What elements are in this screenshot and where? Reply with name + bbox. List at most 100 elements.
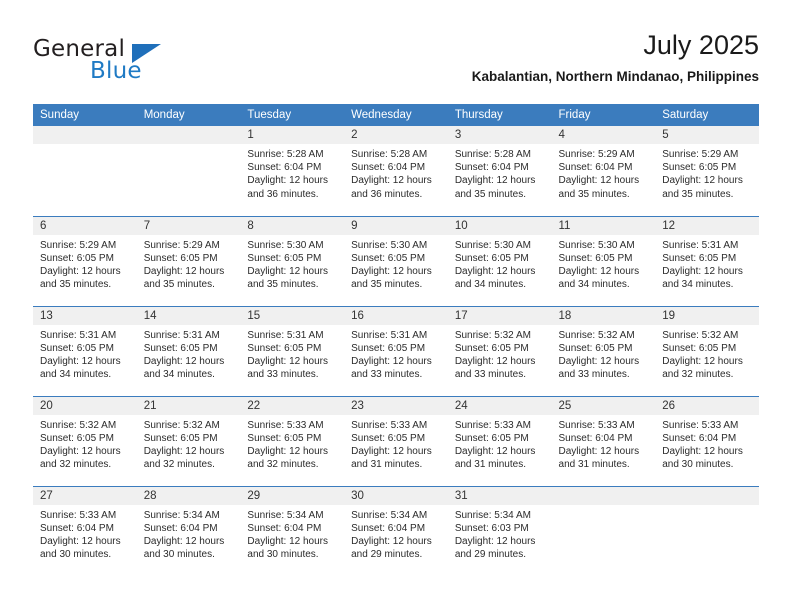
day-details: Sunrise: 5:33 AM Sunset: 6:05 PM Daylight:…	[240, 415, 344, 472]
sunrise-text: Sunrise: 5:34 AM	[454, 509, 531, 521]
calendar-day-cell[interactable]: 12 Sunrise: 5:31 AM Sunset: 6:05 PM Dayligh…	[655, 215, 759, 306]
calendar-day-cell[interactable]: 28 Sunrise: 5:34 AM Sunset: 6:04 PM Dayligh…	[136, 485, 241, 576]
calendar-day-cell[interactable]: 3 Sunrise: 5:28 AM Sunset: 6:04 PM Daylight…	[447, 126, 552, 216]
calendar-day-cell[interactable]: 26 Sunrise: 5:33 AM Sunset: 6:04 PM Dayligh…	[655, 395, 759, 486]
day-number: 1	[240, 126, 345, 144]
day-details: Sunrise: 5:28 AM Sunset: 6:04 PM Daylight:…	[240, 144, 344, 201]
sunset-text: Sunset: 6:05 PM	[247, 252, 322, 264]
sunset-text: Sunset: 6:05 PM	[351, 432, 426, 444]
calendar-day-cell[interactable]: 18 Sunrise: 5:32 AM Sunset: 6:05 PM Dayligh…	[551, 305, 656, 396]
calendar-day-cell[interactable]: 6 Sunrise: 5:29 AM Sunset: 6:05 PM Daylight…	[33, 215, 137, 306]
day-details: Sunrise: 5:29 AM Sunset: 6:05 PM Daylight:…	[137, 235, 241, 292]
calendar-day-cell[interactable]: 16 Sunrise: 5:31 AM Sunset: 6:05 PM Dayligh…	[344, 305, 448, 396]
day-number: 27	[33, 486, 137, 505]
calendar-day-cell[interactable]: 11 Sunrise: 5:30 AM Sunset: 6:05 PM Dayligh…	[551, 215, 656, 306]
weekday-header-thursday: Thursday	[447, 104, 552, 126]
day-number: 5	[655, 126, 759, 144]
day-number: 29	[240, 486, 345, 505]
calendar-day-cell[interactable]: 27 Sunrise: 5:33 AM Sunset: 6:04 PM Dayligh…	[33, 485, 137, 576]
calendar-day-cell[interactable]: 22 Sunrise: 5:33 AM Sunset: 6:05 PM Dayligh…	[240, 395, 345, 486]
sunset-text: Sunset: 6:05 PM	[40, 252, 114, 264]
sunrise-text: Sunrise: 5:34 AM	[247, 509, 324, 521]
calendar-day-cell[interactable]: 21 Sunrise: 5:32 AM Sunset: 6:05 PM Dayligh…	[136, 395, 241, 486]
day-number: 16	[344, 306, 448, 325]
sunset-text: Sunset: 6:05 PM	[143, 432, 218, 444]
day-details: Sunrise: 5:34 AM Sunset: 6:03 PM Daylight:…	[448, 505, 552, 562]
day-details: Sunrise: 5:28 AM Sunset: 6:04 PM Daylight:…	[448, 144, 552, 201]
general-blue-logo[interactable]: General Blue	[33, 36, 273, 94]
day-details: Sunrise: 5:34 AM Sunset: 6:04 PM Daylight:…	[240, 505, 344, 562]
day-details: Sunrise: 5:31 AM Sunset: 6:05 PM Daylight:…	[240, 325, 344, 382]
calendar-day-cell[interactable]: 17 Sunrise: 5:32 AM Sunset: 6:05 PM Dayligh…	[447, 305, 552, 396]
day-details: Sunrise: 5:32 AM Sunset: 6:05 PM Daylight:…	[33, 415, 137, 472]
day-details: Sunrise: 5:29 AM Sunset: 6:04 PM Daylight:…	[552, 144, 656, 201]
sunrise-text: Sunrise: 5:31 AM	[143, 329, 220, 341]
calendar-day-cell[interactable]: 7 Sunrise: 5:29 AM Sunset: 6:05 PM Daylight…	[136, 215, 241, 306]
day-number: 18	[551, 306, 656, 325]
day-number: 19	[655, 306, 759, 325]
calendar-day-cell[interactable]: 30 Sunrise: 5:34 AM Sunset: 6:04 PM Dayligh…	[344, 485, 448, 576]
day-number: 22	[240, 396, 345, 415]
day-number: 13	[33, 306, 137, 325]
calendar-day-cell[interactable]: 4 Sunrise: 5:29 AM Sunset: 6:04 PM Daylight…	[551, 126, 656, 216]
day-number	[655, 486, 759, 505]
sunrise-text: Sunrise: 5:34 AM	[143, 509, 220, 521]
calendar-page: General Blue July 2025 Kabalantian, Nort…	[0, 0, 792, 612]
sunset-text: Sunset: 6:04 PM	[454, 162, 529, 174]
weekday-header-saturday: Saturday	[655, 104, 759, 126]
calendar-cell-empty	[551, 485, 656, 576]
sunrise-text: Sunrise: 5:33 AM	[40, 509, 117, 521]
calendar-day-cell[interactable]: 19 Sunrise: 5:32 AM Sunset: 6:05 PM Dayligh…	[655, 305, 759, 396]
day-details: Sunrise: 5:31 AM Sunset: 6:05 PM Daylight:…	[137, 325, 241, 382]
calendar-day-cell[interactable]: 10 Sunrise: 5:30 AM Sunset: 6:05 PM Dayligh…	[447, 215, 552, 306]
calendar-day-cell[interactable]: 5 Sunrise: 5:29 AM Sunset: 6:05 PM Daylight…	[655, 126, 759, 216]
sunset-text: Sunset: 6:05 PM	[662, 162, 737, 174]
calendar-header-row: Sunday Monday Tuesday Wednesday Thursday Frid…	[33, 104, 759, 126]
sunrise-text: Sunrise: 5:30 AM	[351, 239, 428, 251]
calendar-day-cell[interactable]: 24 Sunrise: 5:33 AM Sunset: 6:05 PM Dayligh…	[447, 395, 552, 486]
daylight-text: Daylight: 12 hours and 33 minutes.	[454, 355, 536, 381]
sunrise-text: Sunrise: 5:30 AM	[558, 239, 635, 251]
weekday-header-wednesday: Wednesday	[344, 104, 448, 126]
calendar-grid: Sunday Monday Tuesday Wednesday Thursday Frid…	[33, 104, 759, 576]
calendar-day-cell[interactable]: 25 Sunrise: 5:33 AM Sunset: 6:04 PM Dayligh…	[551, 395, 656, 486]
daylight-text: Daylight: 12 hours and 30 minutes.	[662, 445, 743, 471]
day-number: 31	[447, 486, 552, 505]
sunset-text: Sunset: 6:05 PM	[558, 342, 633, 354]
daylight-text: Daylight: 12 hours and 34 minutes.	[454, 265, 536, 291]
day-details: Sunrise: 5:28 AM Sunset: 6:04 PM Daylight:…	[344, 144, 448, 201]
calendar-day-cell[interactable]: 31 Sunrise: 5:34 AM Sunset: 6:03 PM Dayligh…	[447, 485, 552, 576]
sunrise-text: Sunrise: 5:30 AM	[454, 239, 531, 251]
calendar-day-cell[interactable]: 14 Sunrise: 5:31 AM Sunset: 6:05 PM Dayligh…	[136, 305, 241, 396]
calendar-day-cell[interactable]: 9 Sunrise: 5:30 AM Sunset: 6:05 PM Daylight…	[344, 215, 448, 306]
calendar-week-row: 6 Sunrise: 5:29 AM Sunset: 6:05 PM Daylight…	[33, 215, 759, 306]
sunrise-text: Sunrise: 5:31 AM	[247, 329, 324, 341]
sunrise-text: Sunrise: 5:28 AM	[454, 149, 531, 160]
calendar-day-cell[interactable]: 2 Sunrise: 5:28 AM Sunset: 6:04 PM Daylight…	[344, 126, 448, 216]
day-details: Sunrise: 5:33 AM Sunset: 6:04 PM Daylight:…	[552, 415, 656, 472]
sunrise-text: Sunrise: 5:33 AM	[351, 419, 428, 431]
day-number: 25	[551, 396, 656, 415]
sunset-text: Sunset: 6:05 PM	[351, 342, 426, 354]
calendar-day-cell[interactable]: 15 Sunrise: 5:31 AM Sunset: 6:05 PM Dayligh…	[240, 305, 345, 396]
day-number: 26	[655, 396, 759, 415]
sunset-text: Sunset: 6:05 PM	[454, 342, 529, 354]
sunset-text: Sunset: 6:05 PM	[40, 432, 114, 444]
sunrise-text: Sunrise: 5:33 AM	[558, 419, 635, 431]
calendar-day-cell[interactable]: 13 Sunrise: 5:31 AM Sunset: 6:05 PM Dayligh…	[33, 305, 137, 396]
day-details: Sunrise: 5:32 AM Sunset: 6:05 PM Daylight:…	[655, 325, 759, 382]
day-number: 10	[447, 216, 552, 235]
calendar-week-row: 1 Sunrise: 5:28 AM Sunset: 6:04 PM Daylight…	[33, 126, 759, 216]
sunrise-text: Sunrise: 5:33 AM	[662, 419, 739, 431]
calendar-week-row: 13 Sunrise: 5:31 AM Sunset: 6:05 PM Dayligh…	[33, 305, 759, 396]
calendar-day-cell[interactable]: 1 Sunrise: 5:28 AM Sunset: 6:04 PM Daylight…	[240, 126, 345, 216]
sunrise-text: Sunrise: 5:29 AM	[662, 149, 739, 160]
calendar-week-row: 20 Sunrise: 5:32 AM Sunset: 6:05 PM Dayligh…	[33, 395, 759, 486]
calendar-day-cell[interactable]: 29 Sunrise: 5:34 AM Sunset: 6:04 PM Dayligh…	[240, 485, 345, 576]
day-details: Sunrise: 5:31 AM Sunset: 6:05 PM Daylight:…	[344, 325, 448, 382]
weekday-header-monday: Monday	[136, 104, 241, 126]
calendar-day-cell[interactable]: 20 Sunrise: 5:32 AM Sunset: 6:05 PM Dayligh…	[33, 395, 137, 486]
calendar-day-cell[interactable]: 8 Sunrise: 5:30 AM Sunset: 6:05 PM Daylight…	[240, 215, 345, 306]
day-number: 21	[136, 396, 241, 415]
calendar-day-cell[interactable]: 23 Sunrise: 5:33 AM Sunset: 6:05 PM Dayligh…	[344, 395, 448, 486]
